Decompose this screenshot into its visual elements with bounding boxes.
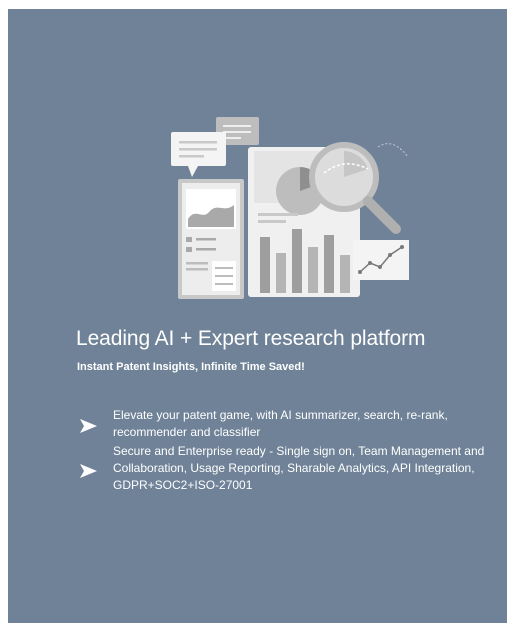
feature-list: Elevate your patent game, with AI summar… <box>72 407 492 496</box>
chat-bubble-icon <box>171 132 226 177</box>
headline: Leading AI + Expert research platform <box>76 327 426 350</box>
subheadline: Instant Patent Insights, Infinite Time S… <box>77 361 305 373</box>
arrow-bullet-icon <box>80 464 97 478</box>
document-icon <box>178 179 244 299</box>
list-item: Elevate your patent game, with AI summar… <box>72 407 492 441</box>
promo-panel: Leading AI + Expert research platform In… <box>8 9 507 623</box>
patent-analytics-illustration <box>171 117 409 299</box>
line-chart-card-icon <box>353 240 409 280</box>
feature-text: Secure and Enterprise ready - Single sig… <box>113 444 485 492</box>
arrow-bullet-icon <box>80 419 97 433</box>
list-item: Secure and Enterprise ready - Single sig… <box>72 443 492 494</box>
dotted-curve-icon <box>377 143 409 158</box>
feature-text: Elevate your patent game, with AI summar… <box>113 408 448 439</box>
